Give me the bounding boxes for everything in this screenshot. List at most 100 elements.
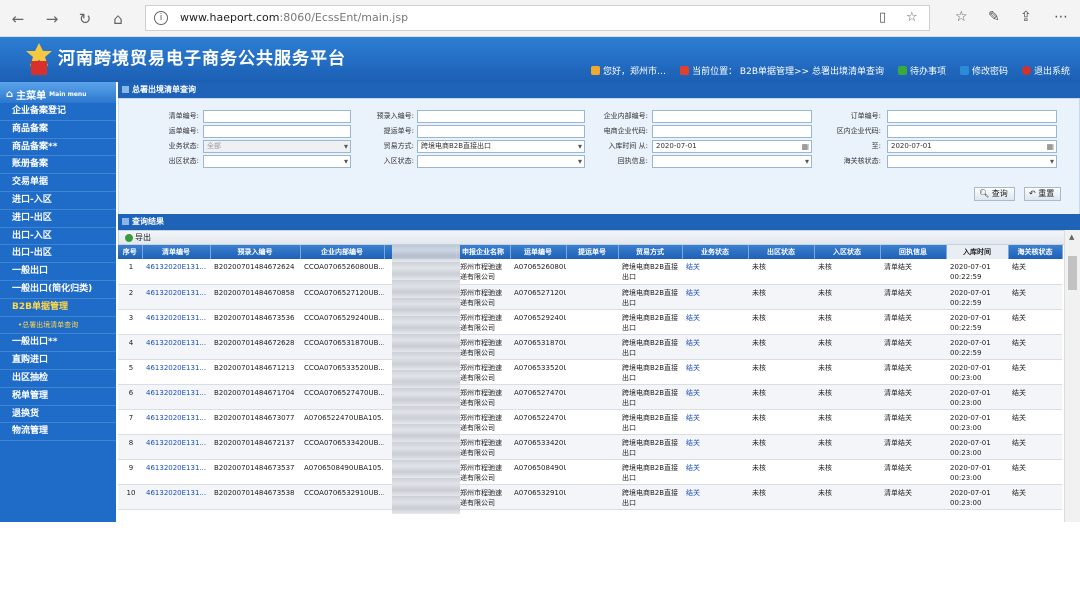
- scroll-thumb[interactable]: [1068, 256, 1077, 290]
- column-header-13[interactable]: 入库时间: [946, 245, 1009, 259]
- table-row[interactable]: 1 46132020E131... B20200701484672624 CCOA07…: [118, 259, 1062, 285]
- cell-biz[interactable]: 结关: [682, 459, 748, 485]
- sidebar-item-6[interactable]: 进口-出区: [0, 210, 116, 228]
- cell-biz[interactable]: 结关: [682, 309, 748, 335]
- cell-biz[interactable]: 结关: [682, 284, 748, 310]
- cell-biz[interactable]: 结关: [682, 384, 748, 410]
- from-date-input[interactable]: 2020-07-01: [652, 140, 812, 153]
- column-header-1[interactable]: 清单编号: [142, 245, 211, 259]
- sidebar-item-15[interactable]: 出区抽检: [0, 370, 116, 388]
- cell-list-no[interactable]: 46132020E131...: [142, 309, 210, 335]
- sidebar-item-16[interactable]: 税单管理: [0, 388, 116, 406]
- cell-list-no[interactable]: 46132020E131...: [142, 484, 210, 510]
- column-header-11[interactable]: 入区状态: [814, 245, 881, 259]
- column-header-14[interactable]: 海关核状态: [1008, 245, 1063, 259]
- column-header-2[interactable]: 预录入编号: [210, 245, 301, 259]
- sidebar-item-13[interactable]: 一般出口**: [0, 334, 116, 353]
- to-date-input[interactable]: 2020-07-01: [887, 140, 1057, 153]
- cell-biz[interactable]: 结关: [682, 409, 748, 435]
- pen-icon[interactable]: ✎: [988, 9, 1000, 25]
- zone-code-input[interactable]: [887, 125, 1057, 138]
- customs-status-select[interactable]: [887, 155, 1057, 168]
- sidebar-item-5[interactable]: 进口-入区: [0, 192, 116, 210]
- cell-list-no[interactable]: 46132020E131...: [142, 284, 210, 310]
- logout-link[interactable]: 退出系统: [1021, 64, 1070, 77]
- table-row[interactable]: 6 46132020E131... B20200701484671704 CCOA07…: [118, 384, 1062, 410]
- cell-biz[interactable]: 结关: [682, 434, 748, 460]
- column-header-6[interactable]: 运单编号: [510, 245, 567, 259]
- inner-no-input[interactable]: [652, 110, 812, 123]
- cell-list-no[interactable]: 46132020E131...: [142, 459, 210, 485]
- sidebar-item-12[interactable]: •总署出境清单查询: [0, 317, 116, 335]
- column-header-5[interactable]: 申报企业名称: [456, 245, 511, 259]
- site-info-icon[interactable]: i: [154, 11, 168, 25]
- sidebar-item-8[interactable]: 出口-出区: [0, 245, 116, 264]
- sidebar: ⌂ 主菜单 Main menu 企业备案登记 商品备案 商品备案** 账册备案 交易单据 进口…: [0, 82, 116, 592]
- cell-list-no[interactable]: 46132020E131...: [142, 384, 210, 410]
- forward-icon[interactable]: →: [42, 9, 62, 29]
- table-row[interactable]: 7 46132020E131... B20200701484673077 A07065…: [118, 409, 1062, 435]
- cell-waybill: A0706527120U...: [510, 284, 566, 310]
- refresh-icon[interactable]: ↻: [75, 9, 95, 29]
- ec-code-input[interactable]: [652, 125, 812, 138]
- cell-list-no[interactable]: 46132020E131...: [142, 259, 210, 285]
- cell-list-no[interactable]: 46132020E131...: [142, 334, 210, 360]
- scroll-up-icon[interactable]: ▲: [1069, 233, 1074, 241]
- table-header-row: 序号 清单编号 预录入编号 企业内部编号 申报企业名称 运单编号 提运单号 贸易方式 业务状态出…: [118, 245, 1063, 259]
- sidebar-item-0[interactable]: 企业备案登记: [0, 103, 116, 121]
- export-button[interactable]: 导出: [118, 230, 1080, 245]
- table-row[interactable]: 8 46132020E131... B20200701484672137 CCOA07…: [118, 434, 1062, 460]
- vertical-scrollbar[interactable]: ▲: [1064, 230, 1080, 522]
- todo-link[interactable]: 待办事项: [897, 64, 946, 77]
- table-row[interactable]: 4 46132020E131... B20200701484672628 CCOA07…: [118, 334, 1062, 360]
- column-header-0[interactable]: 序号: [118, 245, 143, 259]
- cell-pre-no: B20200701484672624: [210, 259, 300, 285]
- address-bar[interactable]: i www.haeport.com:8060/EcssEnt/main.jsp …: [145, 5, 930, 31]
- column-header-7[interactable]: 提运单号: [566, 245, 619, 259]
- table-body: 1 46132020E131... B20200701484672624 CCOA07…: [118, 259, 1062, 510]
- cell-list-no[interactable]: 46132020E131...: [142, 434, 210, 460]
- sidebar-item-7[interactable]: 出口-入区: [0, 228, 116, 246]
- cell-biz[interactable]: 结关: [682, 259, 748, 285]
- url-text[interactable]: www.haeport.com:8060/EcssEnt/main.jsp: [180, 11, 408, 24]
- sidebar-item-18[interactable]: 物流管理: [0, 423, 116, 442]
- reset-button[interactable]: ↶ 重置: [1024, 187, 1062, 201]
- column-header-9[interactable]: 业务状态: [682, 245, 749, 259]
- cell-biz[interactable]: 结关: [682, 484, 748, 510]
- table-row[interactable]: 3 46132020E131... B20200701484673536 CCOA07…: [118, 309, 1062, 335]
- sidebar-item-1[interactable]: 商品备案: [0, 121, 116, 139]
- column-header-10[interactable]: 出区状态: [748, 245, 815, 259]
- sidebar-item-3[interactable]: 账册备案: [0, 156, 116, 175]
- sidebar-item-9[interactable]: 一般出口: [0, 263, 116, 281]
- column-header-12[interactable]: 回执信息: [880, 245, 947, 259]
- column-header-8[interactable]: 贸易方式: [618, 245, 683, 259]
- more-icon[interactable]: ⋯: [1054, 9, 1068, 25]
- change-password-link[interactable]: 修改密码: [959, 64, 1008, 77]
- cell-time: 00:23:00: [950, 423, 982, 432]
- sidebar-item-4[interactable]: 交易单据: [0, 174, 116, 192]
- sidebar-item-11[interactable]: B2B单据管理: [0, 299, 116, 317]
- sidebar-item-10[interactable]: 一般出口(简化归类): [0, 281, 116, 299]
- column-header-3[interactable]: 企业内部编号: [300, 245, 385, 259]
- back-icon[interactable]: ←: [8, 9, 28, 29]
- sidebar-item-14[interactable]: 直购进口: [0, 352, 116, 370]
- table-row[interactable]: 2 46132020E131... B20200701484670858 CCOA07…: [118, 284, 1062, 310]
- sidebar-item-2[interactable]: 商品备案**: [0, 139, 116, 157]
- table-row[interactable]: 9 46132020E131... B20200701484673537 A07065…: [118, 459, 1062, 485]
- search-button[interactable]: 🔍︎ 查询: [974, 187, 1015, 201]
- home-icon[interactable]: ⌂: [108, 9, 128, 29]
- table-row[interactable]: 5 46132020E131... B20200701484671213 CCOA07…: [118, 359, 1062, 385]
- order-no-input[interactable]: [887, 110, 1057, 123]
- share-icon[interactable]: ⇪: [1020, 9, 1032, 25]
- cell-list-no[interactable]: 46132020E131...: [142, 359, 210, 385]
- table-row[interactable]: 10 46132020E131... B20200701484673538 CCOA0…: [118, 484, 1062, 510]
- sidebar-item-17[interactable]: 退换货: [0, 406, 116, 424]
- favorites-icon[interactable]: ☆: [955, 9, 968, 25]
- cell-biz[interactable]: 结关: [682, 334, 748, 360]
- favorite-star-icon[interactable]: ☆: [906, 10, 918, 25]
- cell-list-no[interactable]: 46132020E131...: [142, 409, 210, 435]
- cell-biz[interactable]: 结关: [682, 359, 748, 385]
- cell-company: 郑州市程驰速递有限公司: [456, 384, 510, 410]
- receipt-select[interactable]: [652, 155, 812, 168]
- reading-view-icon[interactable]: ▯: [879, 10, 886, 25]
